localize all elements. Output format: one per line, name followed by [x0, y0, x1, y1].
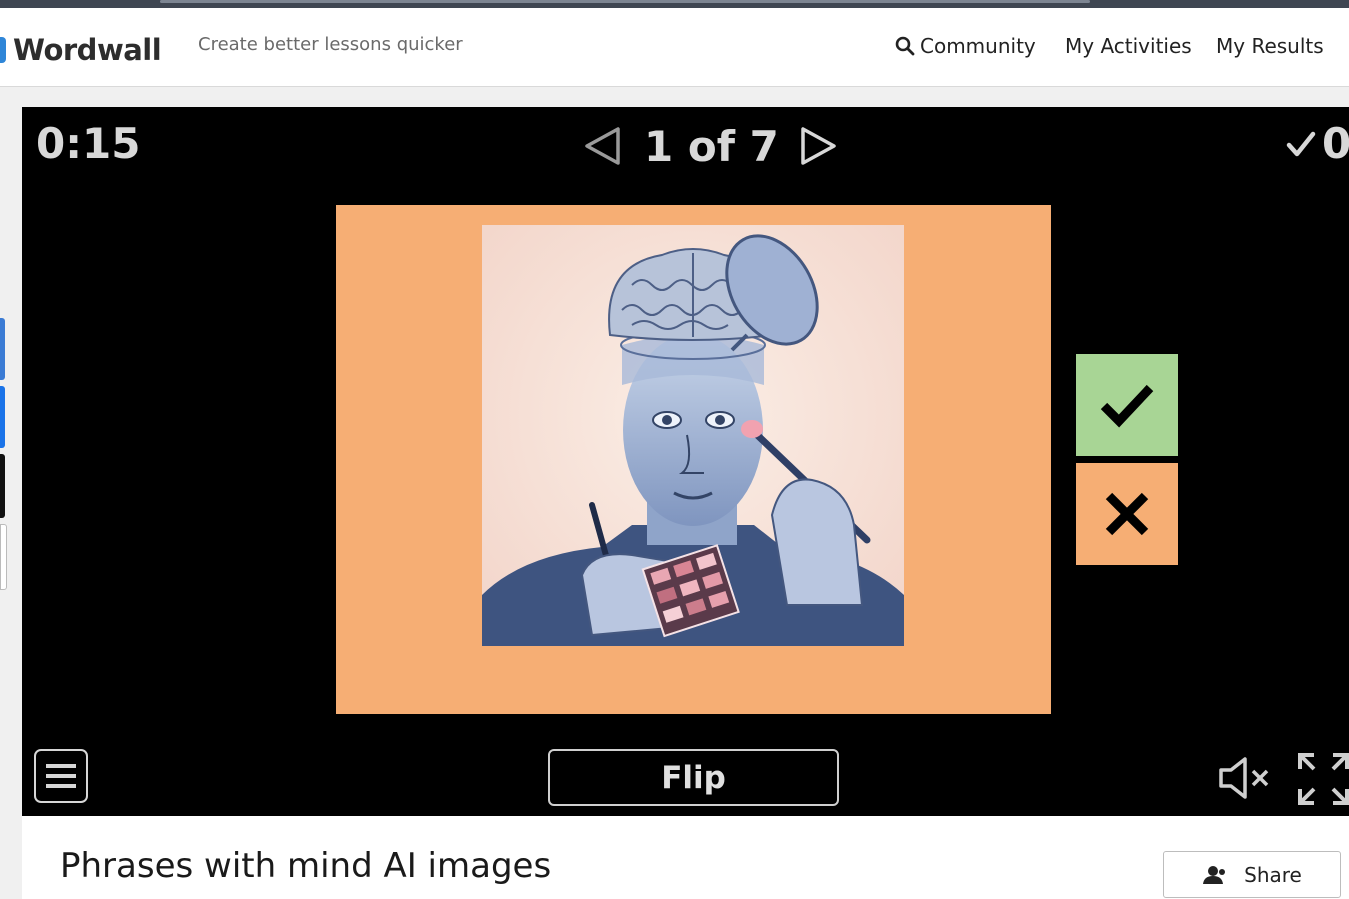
nav-my-activities[interactable]: My Activities [1065, 34, 1192, 58]
prev-icon[interactable] [582, 125, 624, 167]
brain-makeup-illustration [482, 225, 904, 646]
nav-my-results[interactable]: My Results [1216, 34, 1324, 58]
check-icon [1100, 384, 1154, 428]
logo-text: Wordwall [13, 33, 162, 67]
score-value: 0 [1322, 119, 1349, 168]
nav-community[interactable]: Community [895, 34, 1036, 58]
side-tab-1[interactable] [0, 318, 5, 380]
browser-top-strip [0, 0, 1349, 8]
scrollbar[interactable] [160, 0, 1090, 3]
game-area: 0:15 1 of 7 0 Flip [22, 107, 1349, 816]
nav-community-label: Community [920, 34, 1036, 58]
check-icon [1286, 131, 1316, 156]
timer: 0:15 [36, 119, 141, 168]
share-label: Share [1244, 862, 1302, 887]
activity-footer: Phrases with mind AI images Share [22, 816, 1349, 899]
cross-icon [1105, 492, 1149, 536]
menu-button[interactable] [34, 749, 88, 803]
flashcard[interactable] [336, 205, 1051, 714]
next-icon[interactable] [797, 125, 839, 167]
tagline: Create better lessons quicker [198, 34, 463, 55]
side-tab-3[interactable] [0, 454, 5, 518]
side-tab-4[interactable] [0, 524, 7, 590]
score: 0 [1286, 119, 1349, 168]
side-tab-2[interactable] [0, 386, 5, 448]
site-header: Wordwall Create better lessons quicker C… [0, 8, 1349, 87]
wordwall-logo[interactable]: Wordwall [0, 30, 162, 70]
user-share-icon [1203, 865, 1226, 884]
activity-title: Phrases with mind AI images [60, 846, 552, 886]
pager: 1 of 7 [582, 119, 839, 173]
page-counter: 1 of 7 [644, 121, 779, 171]
hamburger-icon [46, 764, 76, 788]
wrong-button[interactable] [1076, 463, 1178, 565]
fullscreen-icon[interactable] [1298, 753, 1349, 805]
flip-button[interactable]: Flip [548, 749, 839, 806]
mute-icon[interactable] [1218, 757, 1272, 799]
share-button[interactable]: Share [1163, 851, 1341, 898]
logo-mark [0, 37, 6, 63]
correct-button[interactable] [1076, 354, 1178, 456]
search-icon [895, 36, 915, 56]
